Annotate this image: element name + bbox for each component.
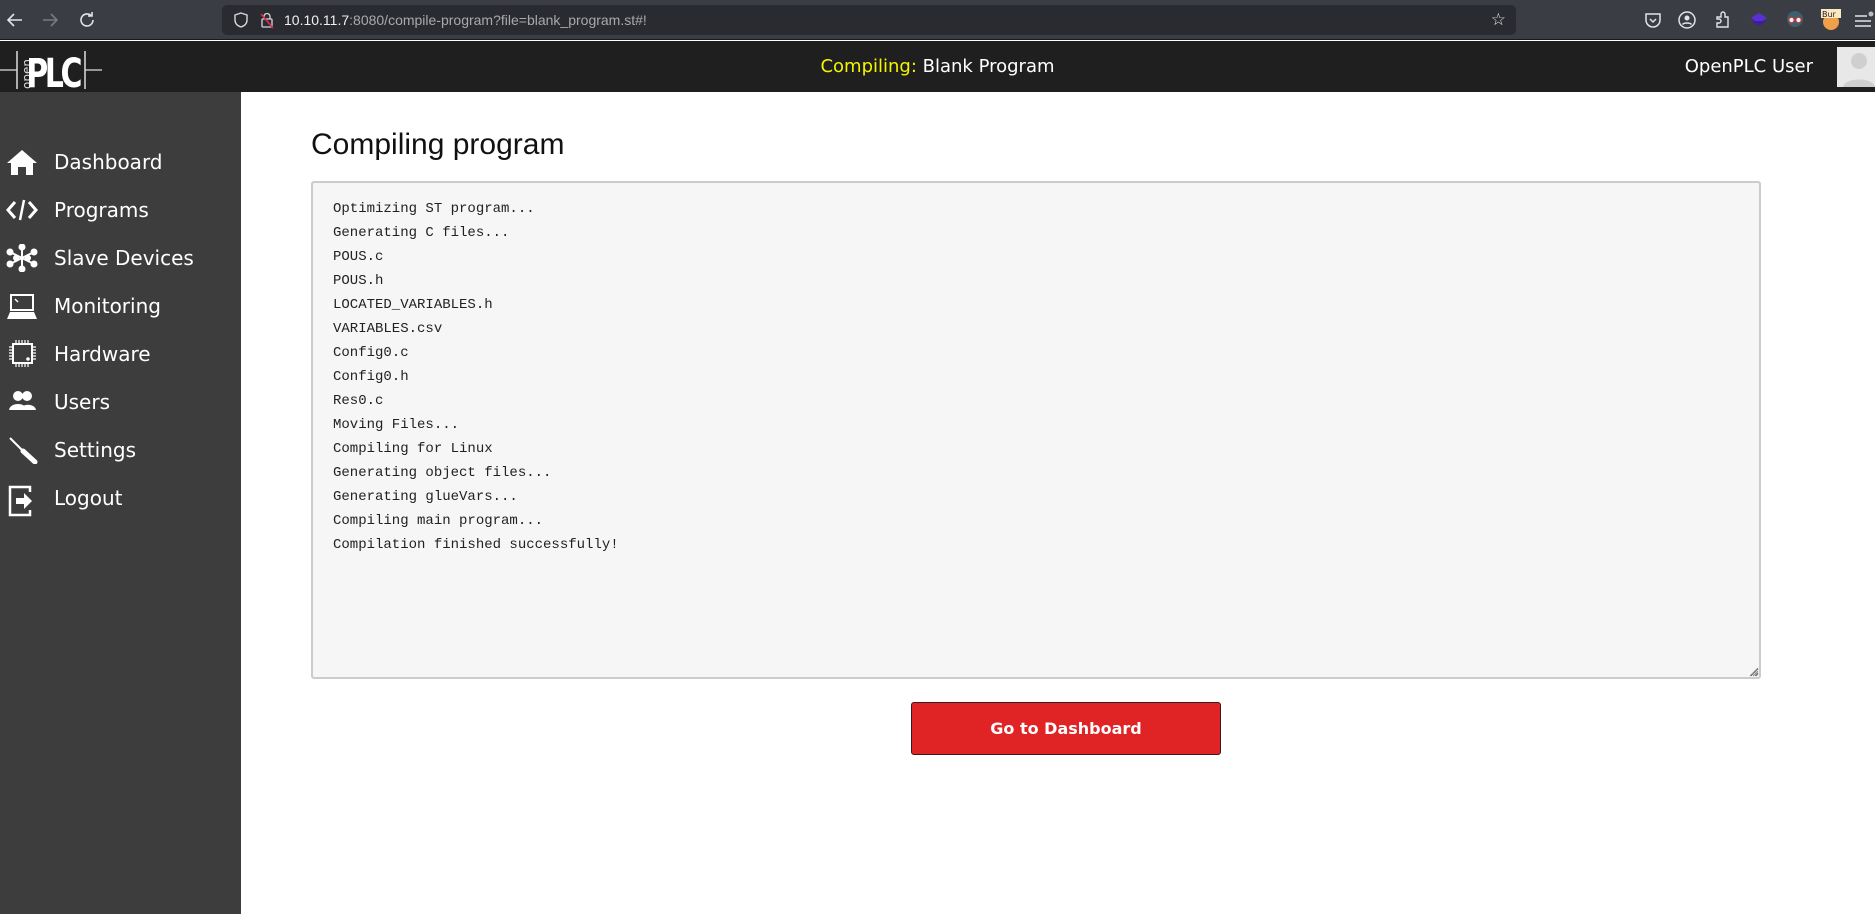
sidebar-item-label: Dashboard [54,150,163,174]
sidebar-item-label: Logout [54,486,123,510]
sidebar-item-logout[interactable]: Logout [0,476,241,520]
output-line: Compilation finished successfully! [333,537,619,553]
user-name[interactable]: OpenPLC User [1685,56,1813,77]
output-line: Compiling for Linux [333,441,493,457]
arrow-left-icon [6,13,22,27]
reload-button[interactable] [75,8,99,32]
users-icon [6,388,38,416]
compile-output-textarea[interactable]: Optimizing ST program... Generating C fil… [311,181,1761,679]
output-line: Optimizing ST program... [333,201,535,217]
output-line: Compiling main program... [333,513,544,529]
output-line: Config0.h [333,369,409,385]
browser-toolbar: 10.10.11.7:8080/compile-program?file=bla… [0,0,1875,40]
app-header: open PLC Compiling: Blank Program OpenPL… [0,41,1875,97]
back-button[interactable] [3,8,27,32]
url-bar[interactable]: 10.10.11.7:8080/compile-program?file=bla… [222,5,1516,35]
extension-goggles-icon[interactable] [1784,9,1806,31]
account-icon[interactable] [1676,9,1698,31]
program-name: Blank Program [922,56,1055,77]
output-line: Generating glueVars... [333,489,518,505]
url-host: 10.10.11.7 [284,12,350,28]
burp-extension-icon[interactable]: Bur [1820,9,1842,31]
output-line: Res0.c [333,393,384,409]
output-line: LOCATED_VARIABLES.h [333,297,493,313]
forward-button[interactable] [38,8,62,32]
home-icon [6,148,38,176]
sidebar-item-label: Hardware [54,342,151,366]
compile-status-title: Compiling: Blank Program [0,56,1875,77]
extension-purple-icon[interactable] [1748,9,1770,31]
sidebar-item-label: Settings [54,438,137,462]
screwdriver-icon [6,436,38,465]
sidebar-item-label: Monitoring [54,294,161,318]
menu-icon[interactable] [1852,9,1874,31]
output-line: Moving Files... [333,417,460,433]
sidebar: Dashboard Programs Slave Devices Monitor… [0,92,241,914]
arrow-right-icon [43,13,59,27]
sidebar-item-label: Users [54,390,111,414]
output-line: VARIABLES.csv [333,321,443,337]
output-line: Config0.c [333,345,409,361]
sidebar-item-users[interactable]: Users [0,380,241,424]
laptop-icon [6,292,38,320]
output-line: POUS.c [333,249,384,265]
output-line: POUS.h [333,273,384,289]
network-icon [6,243,38,273]
sidebar-item-monitoring[interactable]: Monitoring [0,284,241,328]
sidebar-item-dashboard[interactable]: Dashboard [0,140,241,184]
sidebar-item-label: Slave Devices [54,246,194,270]
sidebar-item-slave-devices[interactable]: Slave Devices [0,236,241,280]
extensions-icon[interactable] [1712,9,1734,31]
sidebar-item-settings[interactable]: Settings [0,428,241,472]
page-title: Compiling program [311,128,565,161]
sidebar-item-hardware[interactable]: Hardware [0,332,241,376]
sidebar-item-programs[interactable]: Programs [0,188,241,232]
user-avatar[interactable] [1837,47,1875,87]
pocket-icon[interactable] [1642,9,1664,31]
url-path: :8080/compile-program?file=blank_program… [349,12,647,28]
sidebar-item-label: Programs [54,198,149,222]
resize-grip-icon[interactable] [1748,666,1759,677]
output-line: Generating C files... [333,225,510,241]
go-to-dashboard-button[interactable]: Go to Dashboard [911,702,1221,755]
chip-icon [6,340,38,368]
bookmark-star-icon[interactable]: ☆ [1491,10,1506,30]
output-line: Generating object files... [333,465,552,481]
burp-badge: Bur [1822,10,1837,19]
logout-icon [6,484,38,517]
url-text[interactable]: 10.10.11.7:8080/compile-program?file=bla… [284,11,647,29]
code-icon [6,196,38,224]
insecure-lock-icon[interactable] [258,11,276,29]
tracking-shield-icon[interactable] [232,11,250,29]
compile-status-label: Compiling: [820,56,917,77]
reload-icon [80,12,94,27]
